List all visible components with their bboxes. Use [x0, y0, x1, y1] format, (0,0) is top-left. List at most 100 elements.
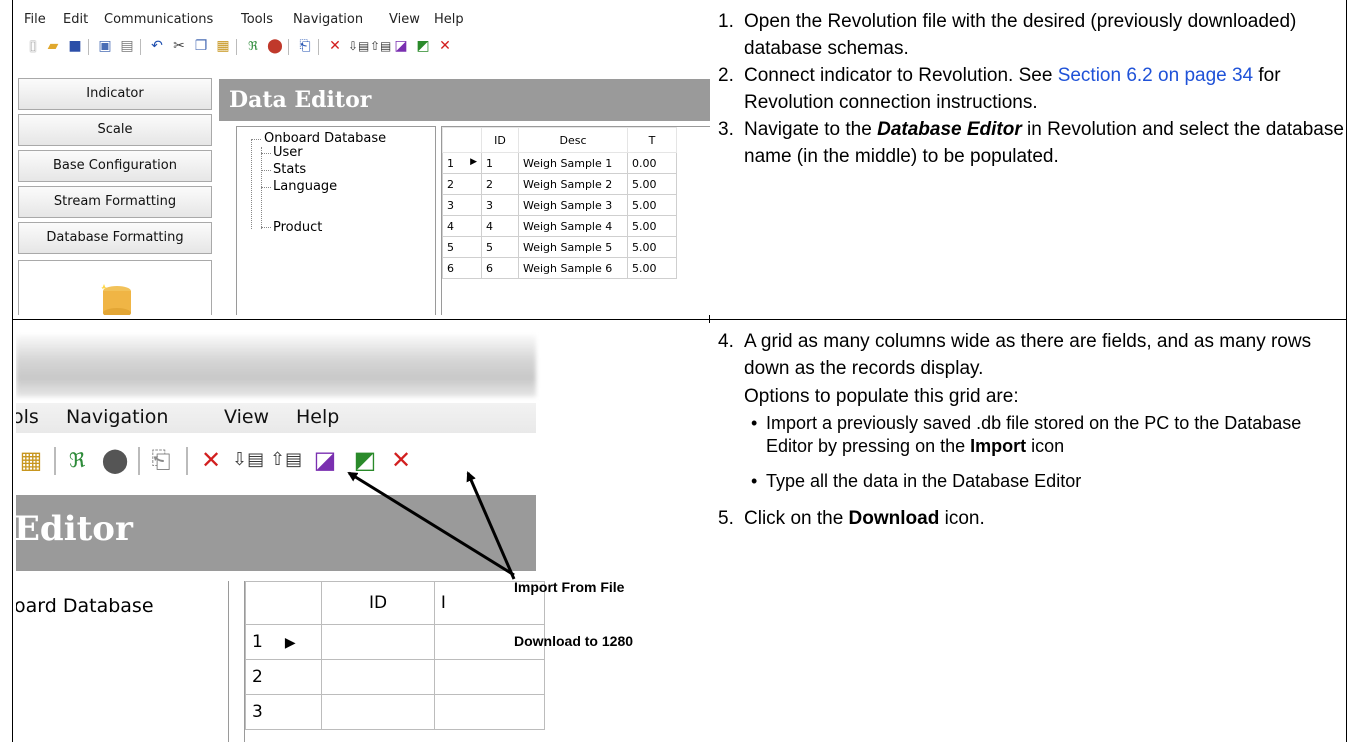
bullet-bold: Import: [970, 436, 1027, 456]
tree-line: [261, 227, 271, 228]
toolbar-separator: [140, 39, 141, 55]
steps-top: 1. Open the Revolution file with the des…: [718, 8, 1348, 170]
row-header-cell[interactable]: 1 ▶: [442, 152, 482, 174]
step-number: 2.: [718, 65, 734, 86]
grid-cell[interactable]: 5: [481, 236, 519, 258]
grid-header-t[interactable]: T: [627, 127, 677, 153]
menu-view[interactable]: View: [389, 12, 420, 27]
step-bold: Download: [848, 508, 940, 529]
table-row[interactable]: 5 5 Weigh Sample 5 5.00: [442, 236, 677, 258]
grid-cell[interactable]: 2: [481, 173, 519, 195]
menu-edit[interactable]: Edit: [63, 12, 88, 27]
grid-cell[interactable]: 3: [481, 194, 519, 216]
table-row[interactable]: 1 ▶ 1 Weigh Sample 1 0.00: [442, 152, 677, 174]
step-number: 4.: [718, 331, 734, 352]
nav-indicator-button[interactable]: Indicator: [18, 78, 212, 110]
menu-file[interactable]: File: [24, 12, 46, 27]
grid-cell[interactable]: 0.00: [627, 152, 677, 174]
disconnect-icon[interactable]: ⬤: [266, 37, 284, 55]
grid-cell[interactable]: Weigh Sample 2: [518, 173, 628, 195]
tree-line: [261, 187, 271, 188]
grid-cell[interactable]: 6: [481, 257, 519, 279]
grid-cell[interactable]: Weigh Sample 6: [518, 257, 628, 279]
menu-tools[interactable]: Tools: [241, 12, 273, 27]
database-tree: Onboard Database User Stats Language Pro…: [236, 126, 436, 315]
grid-cell[interactable]: 5.00: [627, 194, 677, 216]
callout-download-to-1280: Download to 1280: [514, 633, 634, 649]
open-folder-icon[interactable]: ▰: [44, 37, 62, 55]
current-row-pointer-icon: ▶: [470, 156, 477, 167]
new-file-icon[interactable]: ▯: [24, 37, 42, 55]
database-icon: [101, 284, 131, 315]
tree-node-stats[interactable]: Stats: [273, 162, 306, 177]
screenshot-zoomed-toolbar: ols Navigation View Help ▦ ℜ ⬤ ⎗ ✕ ⇩▤ ⇧▤…: [16, 323, 710, 742]
connect-icon[interactable]: ℜ: [244, 37, 262, 55]
clear-icon[interactable]: ✕: [436, 37, 454, 55]
grid-header-desc[interactable]: Desc: [518, 127, 628, 153]
table-row[interactable]: 2 2 Weigh Sample 2 5.00: [442, 173, 677, 195]
data-grid-table: ID Desc T 1 ▶ 1 Weigh Sample 1 0.00 2 2 W…: [442, 127, 677, 279]
copy-icon[interactable]: ❐: [192, 37, 210, 55]
grid-cell[interactable]: 5.00: [627, 257, 677, 279]
menu-help[interactable]: Help: [434, 12, 464, 27]
step-number: 3.: [718, 119, 734, 140]
menu-navigation[interactable]: Navigation: [293, 12, 363, 27]
menu-communications[interactable]: Communications: [104, 12, 213, 27]
print-preview-icon[interactable]: ▣: [96, 37, 114, 55]
table-row[interactable]: 6 6 Weigh Sample 6 5.00: [442, 257, 677, 279]
toolbar: ▯ ▰ ■ ▣ ▤ ↶ ✂ ❐ ▦ ℜ ⬤ ⎗ ✕ ⇩▤ ⇧▤ ◪ ◩ ✕: [16, 33, 710, 61]
tree-node-onboard-database[interactable]: Onboard Database: [264, 131, 386, 146]
grid-cell[interactable]: Weigh Sample 5: [518, 236, 628, 258]
tree-node-user[interactable]: User: [273, 145, 303, 160]
bullet-text: Type all the data in the Database Editor: [766, 471, 1082, 491]
step-number: 1.: [718, 11, 734, 32]
row-header-cell[interactable]: 4: [442, 215, 482, 237]
print-icon[interactable]: ▤: [118, 37, 136, 55]
tree-line: [261, 153, 271, 154]
row-header-cell[interactable]: 5: [442, 236, 482, 258]
grid-cell[interactable]: 5.00: [627, 215, 677, 237]
nav-base-configuration-button[interactable]: Base Configuration: [18, 150, 212, 182]
step-text: Connect indicator to Revolution. See: [744, 65, 1058, 86]
nav-database-formatting-button[interactable]: Database Formatting: [18, 222, 212, 254]
import-from-file-icon[interactable]: ⇩▤: [348, 37, 369, 55]
grid-cell[interactable]: 5.00: [627, 236, 677, 258]
tree-line: [251, 139, 261, 140]
tree-node-product[interactable]: Product: [273, 220, 322, 235]
row-header-cell[interactable]: 2: [442, 173, 482, 195]
grid-cell[interactable]: Weigh Sample 3: [518, 194, 628, 216]
delete-icon[interactable]: ✕: [326, 37, 344, 55]
step-2: 2. Connect indicator to Revolution. See …: [718, 62, 1348, 116]
cut-icon[interactable]: ✂: [170, 37, 188, 55]
grid-cell[interactable]: 4: [481, 215, 519, 237]
grid-cell[interactable]: 5.00: [627, 173, 677, 195]
save-icon[interactable]: ■: [66, 37, 84, 55]
table-row[interactable]: 3 3 Weigh Sample 3 5.00: [442, 194, 677, 216]
step-text: A grid as many columns wide as there are…: [744, 331, 1312, 379]
grid-cell[interactable]: 1: [481, 152, 519, 174]
step-emphasis: Database Editor: [877, 119, 1022, 140]
nav-scale-button[interactable]: Scale: [18, 114, 212, 146]
step-text: Click on the: [744, 508, 849, 529]
tree-node-language[interactable]: Language: [273, 179, 337, 194]
data-editor-title: Data Editor: [229, 87, 372, 113]
grid-cell[interactable]: Weigh Sample 1: [518, 152, 628, 174]
step-text: Open the Revolution file with the desire…: [744, 11, 1297, 59]
option-bullet-type: • Type all the data in the Database Edit…: [744, 470, 1348, 493]
table-row[interactable]: 4 4 Weigh Sample 4 5.00: [442, 215, 677, 237]
row-header-cell[interactable]: 3: [442, 194, 482, 216]
download-to-indicator-icon[interactable]: ◩: [414, 37, 432, 55]
row-header-cell[interactable]: 6: [442, 257, 482, 279]
toolbar-separator: [88, 39, 89, 55]
nav-stream-formatting-button[interactable]: Stream Formatting: [18, 186, 212, 218]
upload-icon[interactable]: ⎗: [296, 37, 314, 55]
upload-from-indicator-icon[interactable]: ◪: [392, 37, 410, 55]
section-link[interactable]: Section 6.2 on page 34: [1058, 65, 1253, 86]
undo-icon[interactable]: ↶: [148, 37, 166, 55]
export-to-file-icon[interactable]: ⇧▤: [370, 37, 391, 55]
document-page: File Edit Communications Tools Navigatio…: [4, 0, 1347, 742]
grid-cell[interactable]: Weigh Sample 4: [518, 215, 628, 237]
paste-icon[interactable]: ▦: [214, 37, 232, 55]
grid-header-id[interactable]: ID: [481, 127, 519, 153]
steps-bottom: 4. A grid as many columns wide as there …: [718, 328, 1348, 532]
